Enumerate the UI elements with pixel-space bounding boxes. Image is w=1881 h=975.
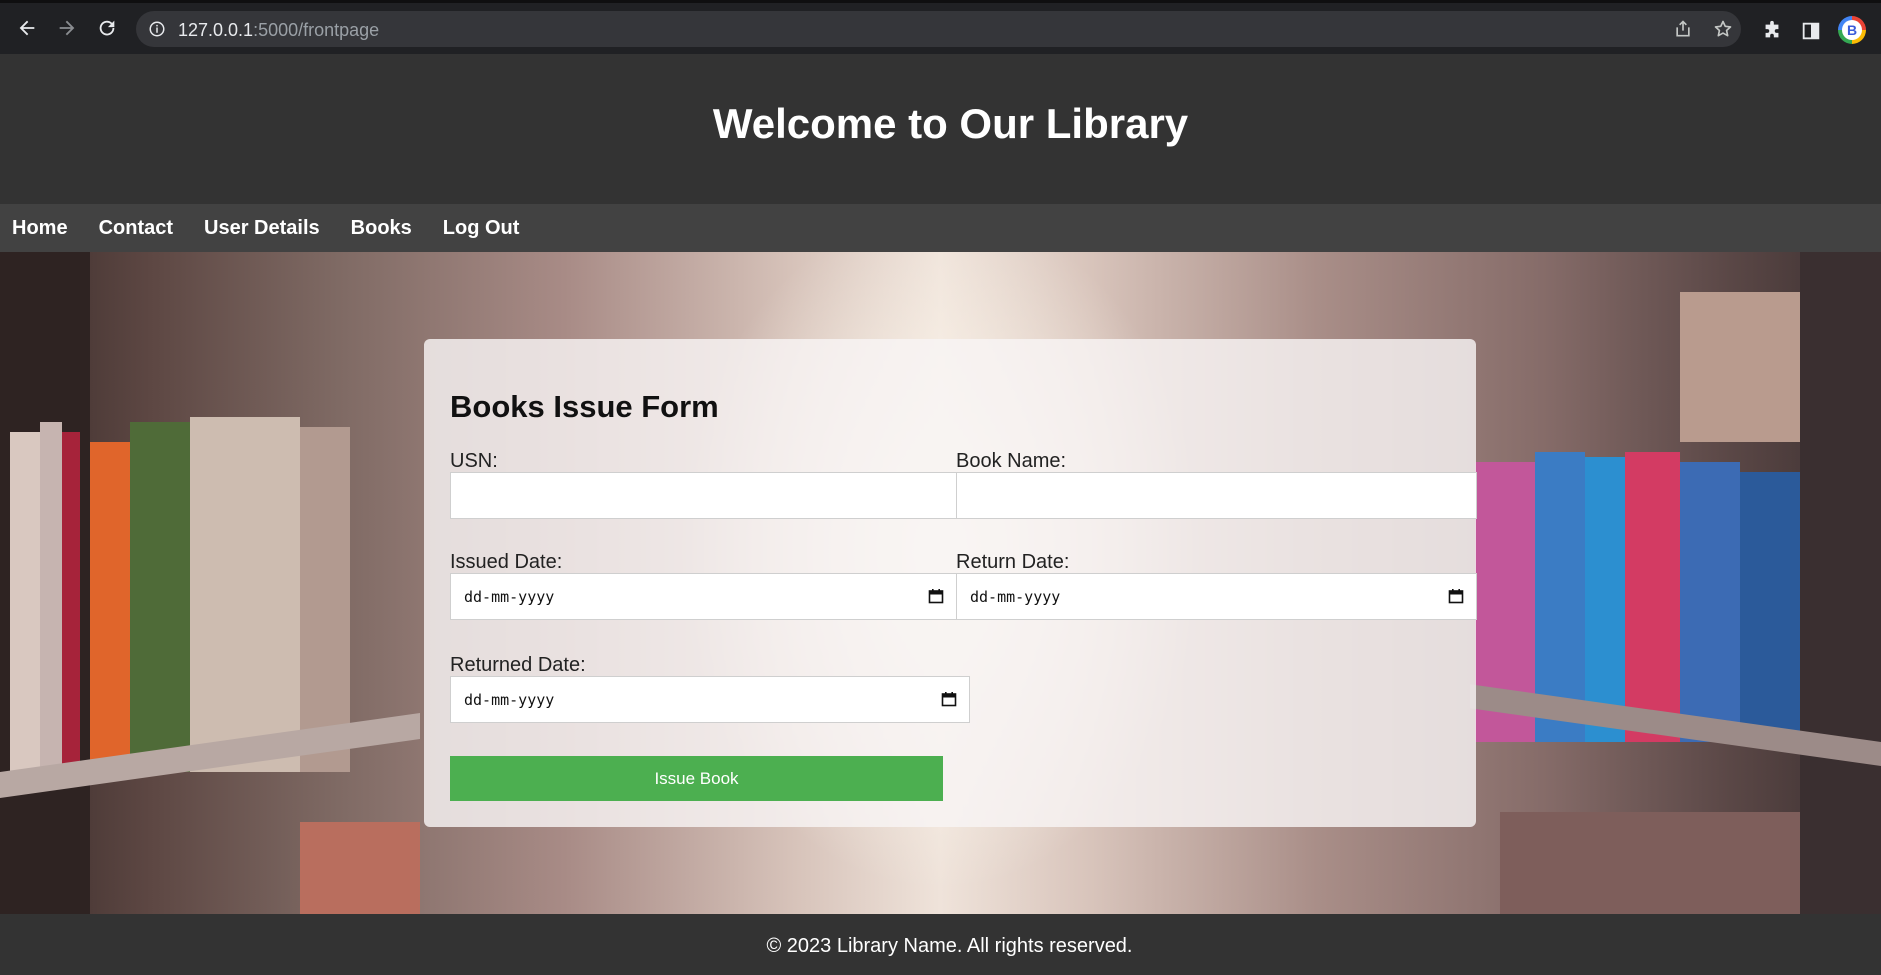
puzzle-icon[interactable] — [1761, 20, 1783, 42]
issue-form: Books Issue Form USN: Book Name: Issued … — [424, 339, 1477, 827]
calendar-icon[interactable] — [928, 588, 944, 604]
book-spine — [1740, 472, 1800, 742]
window-light — [1680, 292, 1800, 442]
book-spine — [10, 432, 40, 772]
url-text: 127.0.0.1:5000/frontpage — [178, 20, 379, 41]
book-spine — [1680, 462, 1740, 742]
nav-user-details[interactable]: User Details — [204, 217, 320, 240]
book-spine — [1625, 452, 1680, 742]
book-stack — [1500, 812, 1800, 914]
return-date-input[interactable]: dd-mm-yyyy — [956, 573, 1477, 620]
info-icon[interactable] — [148, 20, 166, 38]
issued-date-label: Issued Date: — [450, 551, 563, 573]
returned-date-input[interactable]: dd-mm-yyyy — [450, 676, 970, 723]
book-spine — [62, 432, 80, 772]
book-name-input[interactable] — [956, 472, 1477, 519]
returned-date-placeholder: dd-mm-yyyy — [464, 690, 555, 709]
profile-avatar[interactable]: B — [1838, 16, 1866, 44]
nav-home[interactable]: Home — [12, 217, 68, 240]
page-title: Welcome to Our Library — [712, 100, 1189, 147]
usn-input[interactable] — [450, 472, 957, 519]
browser-toolbar: 127.0.0.1:5000/frontpage B — [0, 0, 1881, 54]
avatar-letter-icon: B — [1842, 20, 1862, 40]
right-shelf — [1800, 252, 1881, 914]
site-header: Welcome to Our Library — [0, 54, 1881, 204]
address-bar[interactable]: 127.0.0.1:5000/frontpage — [136, 11, 1741, 47]
book-spine — [300, 427, 350, 772]
side-panel-icon[interactable] — [1800, 20, 1822, 42]
star-icon[interactable] — [1713, 19, 1733, 39]
nav-books[interactable]: Books — [351, 217, 412, 240]
copyright-text: © 2023 Library Name. All rights reserved… — [766, 935, 1133, 957]
nav-contact[interactable]: Contact — [99, 217, 173, 240]
forward-arrow-icon[interactable] — [52, 13, 82, 43]
issue-book-button[interactable]: Issue Book — [450, 756, 943, 801]
book-spine — [190, 417, 300, 772]
share-icon[interactable] — [1673, 19, 1693, 39]
issued-date-input[interactable]: dd-mm-yyyy — [450, 573, 957, 620]
book-stack — [300, 822, 420, 914]
return-date-label: Return Date: — [956, 551, 1070, 573]
form-title: Books Issue Form — [450, 389, 719, 424]
book-name-label: Book Name: — [956, 450, 1067, 472]
usn-label: USN: — [450, 450, 498, 472]
nav-log-out[interactable]: Log Out — [443, 217, 520, 240]
url-host: 127.0.0.1 — [178, 20, 254, 40]
calendar-icon[interactable] — [1448, 588, 1464, 604]
returned-date-label: Returned Date: — [450, 654, 586, 676]
url-path: :5000/frontpage — [253, 20, 380, 40]
issued-date-placeholder: dd-mm-yyyy — [464, 587, 555, 606]
book-spine — [40, 422, 62, 772]
site-footer: © 2023 Library Name. All rights reserved… — [0, 914, 1881, 975]
main-nav: Home Contact User Details Books Log Out — [0, 204, 1881, 252]
reload-icon[interactable] — [92, 13, 122, 43]
book-spine — [130, 422, 190, 772]
back-arrow-icon[interactable] — [12, 13, 42, 43]
book-spine — [90, 442, 130, 772]
return-date-placeholder: dd-mm-yyyy — [970, 587, 1061, 606]
calendar-icon[interactable] — [941, 691, 957, 707]
book-spine — [1585, 457, 1625, 742]
